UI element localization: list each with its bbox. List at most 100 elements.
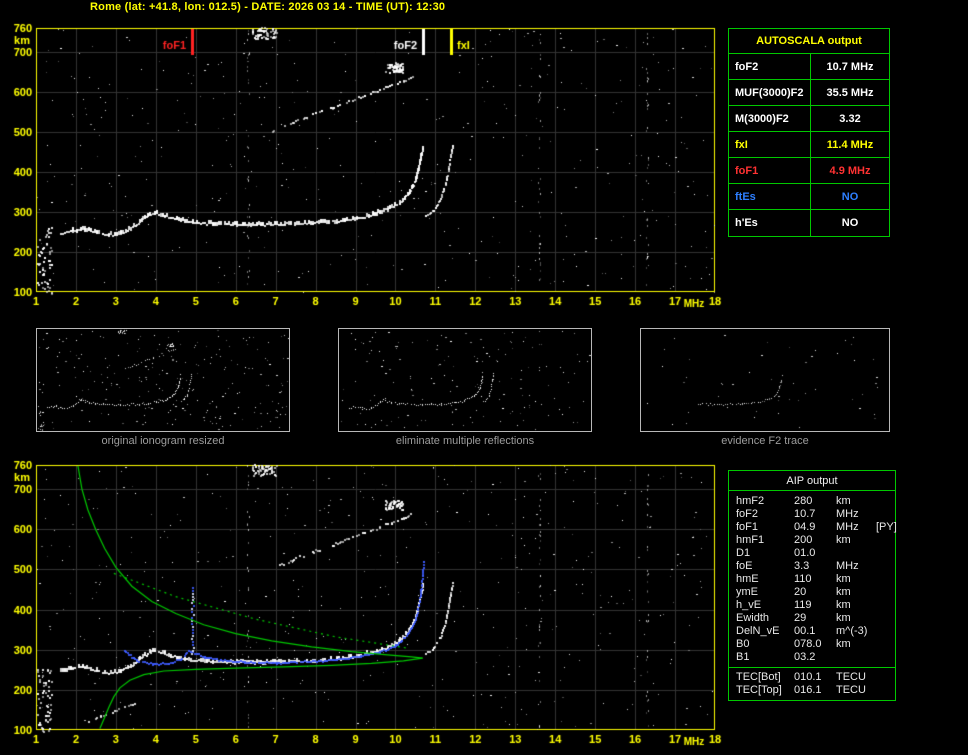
param-unit: km [836, 599, 851, 611]
table-row: h_vE 119 km [729, 599, 895, 612]
param-unit: km [836, 573, 851, 585]
param-value: 200 [794, 534, 813, 546]
param-name: foE [736, 560, 753, 572]
param-name: foF2 [736, 508, 759, 520]
param-label: h'Es [735, 217, 758, 229]
param-unit [836, 651, 876, 664]
param-unit: TECU [836, 684, 866, 696]
table-row: fxI 11.4 MHz [729, 132, 889, 158]
param-label: foF2 [735, 61, 759, 73]
table-row: D1 01.0 [729, 547, 895, 560]
aip-table-title: AIP output [729, 471, 895, 491]
param-unit: m^(-3) [836, 625, 868, 637]
param-label: fxI [735, 139, 748, 151]
table-row: DelN_vE 00.1 m^(-3) [729, 625, 895, 638]
aip-output-table: AIP output hmF2 280 km foF2 10.7 MHz foF1 04.… [728, 470, 897, 701]
param-extra [876, 586, 895, 599]
table-row: foF1 4.9 MHz [729, 158, 889, 184]
param-extra [876, 508, 895, 521]
param-value: 29 [794, 612, 807, 624]
param-extra [876, 638, 895, 651]
table-row: B0 078.0 km [729, 638, 895, 651]
param-extra [876, 560, 895, 573]
param-name: Ewidth [736, 612, 770, 624]
param-extra [876, 547, 895, 560]
table-row: MUF(3000)F2 35.5 MHz [729, 80, 889, 106]
param-extra: [PY] [876, 521, 897, 533]
table-row: B1 03.2 [729, 651, 895, 664]
autoscala-table-title: AUTOSCALA output [729, 29, 889, 54]
param-extra [876, 651, 895, 664]
param-value: 078.0 [794, 638, 822, 650]
table-row: ftEs NO [729, 184, 889, 210]
param-value: 01.0 [794, 547, 816, 559]
param-unit: km [836, 534, 851, 546]
page-title: Rome (lat: +41.8, lon: 012.5) - DATE: 20… [90, 1, 446, 13]
param-unit: km [836, 586, 851, 598]
thumbnail-caption: evidence F2 trace [721, 435, 809, 447]
param-label: foF1 [735, 165, 759, 177]
table-row: hmF1 200 km [729, 534, 895, 547]
param-value: 119 [794, 599, 812, 611]
autoscala-output-table: AUTOSCALA output foF2 10.7 MHz MUF(3000)… [728, 28, 890, 237]
param-unit [836, 547, 876, 560]
param-value: NO [810, 184, 889, 210]
thumbnail-caption: original ionogram resized [101, 435, 225, 447]
table-row: foF1 04.9 MHz [PY] [729, 521, 897, 534]
param-extra [876, 625, 895, 638]
bottom-ionogram-chart-with-profile [0, 453, 722, 755]
param-value: 04.9 [794, 521, 816, 533]
param-unit: km [836, 495, 851, 507]
param-name: hmF1 [736, 534, 765, 546]
param-value: 10.7 MHz [810, 54, 889, 80]
param-extra [876, 573, 895, 586]
table-row: h'Es NO [729, 210, 889, 236]
param-value: 35.5 MHz [810, 80, 889, 106]
param-label: ftEs [735, 191, 756, 203]
param-label: MUF(3000)F2 [735, 87, 804, 99]
table-row: foE 3.3 MHz [729, 560, 895, 573]
autoscala-app-window: Rome (lat: +41.8, lon: 012.5) - DATE: 20… [0, 0, 968, 755]
aip-rows: hmF2 280 km foF2 10.7 MHz foF1 04.9 MHz [PY] hm… [729, 491, 897, 667]
thumbnail-eliminate-reflections [338, 328, 592, 432]
param-value: 110 [794, 573, 812, 585]
param-name: TEC[Bot] [736, 671, 781, 683]
param-value: 016.1 [794, 684, 822, 696]
param-name: hmE [736, 573, 759, 585]
param-value: 3.32 [810, 106, 889, 132]
table-row: TEC[Bot] 010.1 TECU [729, 671, 895, 684]
param-unit: km [836, 638, 851, 650]
param-name: hmF2 [736, 495, 765, 507]
top-ionogram-chart [0, 16, 722, 316]
param-extra [876, 612, 895, 625]
param-value: 11.4 MHz [810, 132, 889, 158]
param-unit: TECU [836, 671, 866, 683]
param-unit: MHz [836, 508, 859, 520]
param-value: 4.9 MHz [810, 158, 889, 184]
param-name: D1 [736, 547, 751, 559]
table-row: M(3000)F2 3.32 [729, 106, 889, 132]
param-value: 280 [794, 495, 813, 507]
param-unit: MHz [836, 521, 859, 533]
table-row: ymE 20 km [729, 586, 895, 599]
param-name: ymE [736, 586, 758, 598]
param-value: 03.2 [794, 651, 816, 663]
thumbnail-caption: eliminate multiple reflections [395, 435, 535, 447]
param-unit: km [836, 612, 851, 624]
param-value: NO [810, 210, 889, 236]
table-row: TEC[Top] 016.1 TECU [729, 684, 895, 697]
thumbnail-original-ionogram [36, 328, 290, 432]
param-value: 3.3 [794, 560, 810, 572]
param-extra [876, 599, 895, 612]
table-row: Ewidth 29 km [729, 612, 895, 625]
param-value: 010.1 [794, 671, 822, 683]
param-name: DelN_vE [736, 625, 780, 637]
param-name: B1 [736, 651, 750, 663]
table-row: hmE 110 km [729, 573, 895, 586]
param-unit: MHz [836, 560, 859, 572]
table-row: foF2 10.7 MHz [729, 54, 889, 80]
param-value: 00.1 [794, 625, 816, 637]
table-row: hmF2 280 km [729, 495, 895, 508]
param-name: TEC[Top] [736, 684, 782, 696]
param-value: 10.7 [794, 508, 816, 520]
